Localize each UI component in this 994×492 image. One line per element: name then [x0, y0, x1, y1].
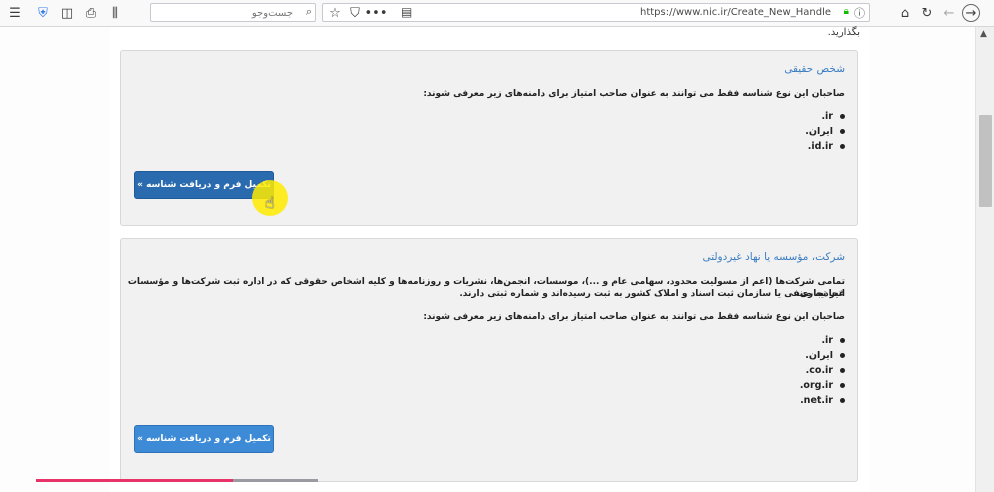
scrollbar-thumb[interactable] [979, 115, 992, 207]
back-icon[interactable]: ← [940, 4, 958, 22]
list-item: .id.ir [805, 139, 845, 154]
panel-eligibility-text: صاحبان این نوع شناسه فقط می توانند به عن… [423, 89, 845, 99]
forward-icon[interactable]: → [962, 4, 980, 22]
domain-list: .ir .ایران .id.ir [805, 109, 845, 154]
list-item: .ایران [805, 124, 845, 139]
list-item: .ایران [800, 348, 845, 363]
shield-icon[interactable]: ⛨ [34, 4, 52, 22]
lock-icon: 🔒︎ [843, 6, 849, 17]
list-item: .co.ir [800, 363, 845, 378]
print-icon[interactable]: ⎙ [82, 4, 100, 22]
pocket-icon[interactable]: ⛉ [346, 4, 364, 22]
list-item: .org.ir [800, 378, 845, 393]
scrollbar[interactable]: ▲ [975, 27, 994, 492]
panel-description-line2: اتحادیه صنفی یا سازمان ثبت اسناد و املاک… [459, 289, 845, 299]
list-item: .net.ir [800, 393, 845, 408]
url-text[interactable]: https://www.nic.ir/Create_New_Handle [640, 7, 831, 18]
search-input[interactable] [155, 5, 295, 22]
page-margin-left [0, 27, 110, 492]
intro-text-tail: بگذارید. [827, 27, 860, 38]
bullet-icon [840, 338, 845, 343]
panel-eligibility-text: صاحبان این نوع شناسه فقط می توانند به عن… [423, 312, 845, 322]
bullet-icon [840, 353, 845, 358]
browser-toolbar: ☰ ⛨ ◫ ⎙ ⫼ ⌕ ☆ ⛉ ••• ▤ https://www.nic.ir… [0, 0, 994, 27]
sidebar-icon[interactable]: ◫ [58, 4, 76, 22]
hand-cursor-icon: ☝ [265, 193, 275, 212]
search-icon: ⌕ [305, 5, 312, 18]
bullet-icon [840, 398, 845, 403]
reload-icon[interactable]: ↻ [918, 4, 936, 22]
bullet-icon [840, 368, 845, 373]
bullet-icon [840, 144, 845, 149]
panel-title: شرکت، مؤسسه یا نهاد غیردولتی [702, 251, 845, 263]
scroll-up-icon[interactable]: ▲ [980, 29, 987, 39]
reader-icon[interactable]: ▤ [401, 5, 412, 19]
domain-list: .ir .ایران .co.ir .org.ir .net.ir [800, 333, 845, 408]
home-icon[interactable]: ⌂ [896, 4, 914, 22]
page-margin-right [870, 27, 975, 492]
info-icon[interactable]: ⓘ [854, 5, 865, 21]
bullet-icon [840, 383, 845, 388]
panel-company: شرکت، مؤسسه یا نهاد غیردولتی تمامی شرکت‌… [120, 238, 858, 482]
bullet-icon [840, 129, 845, 134]
video-progress-fill [36, 479, 234, 482]
library-icon[interactable]: ⫼ [106, 4, 124, 22]
star-icon[interactable]: ☆ [326, 4, 344, 22]
list-item: .ir [805, 109, 845, 124]
complete-form-button[interactable]: تکمیل فرم و دریافت شناسه » [134, 425, 274, 453]
panel-natural-person: شخص حقیقی صاحبان این نوع شناسه فقط می تو… [120, 50, 858, 226]
panel-title: شخص حقیقی [784, 63, 845, 75]
menu-icon[interactable]: ☰ [6, 4, 24, 22]
bullet-icon [840, 114, 845, 119]
more-icon[interactable]: ••• [365, 4, 388, 22]
list-item: .ir [800, 333, 845, 348]
url-bar[interactable]: ☆ ⛉ ••• ▤ https://www.nic.ir/Create_New_… [322, 3, 870, 22]
search-box[interactable]: ⌕ [150, 3, 316, 22]
